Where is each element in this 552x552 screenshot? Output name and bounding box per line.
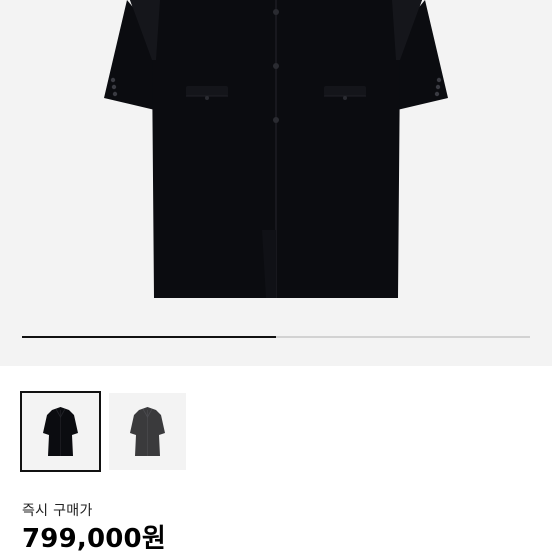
image-progress-fill: [22, 336, 276, 338]
purchase-type-label: 즉시 구매가: [22, 503, 93, 519]
product-price: 799,000원: [22, 524, 166, 552]
coat-thumbnail-grey: [130, 407, 165, 456]
thumbnail-grey-coat[interactable]: [109, 393, 186, 470]
product-image-gallery[interactable]: [0, 0, 552, 366]
coat-main-image: [104, 0, 448, 298]
coat-thumbnail-black: [43, 407, 78, 456]
thumbnail-black-coat[interactable]: [20, 391, 101, 472]
thumbnail-list: [20, 391, 186, 472]
image-progress-bar: [22, 336, 530, 338]
